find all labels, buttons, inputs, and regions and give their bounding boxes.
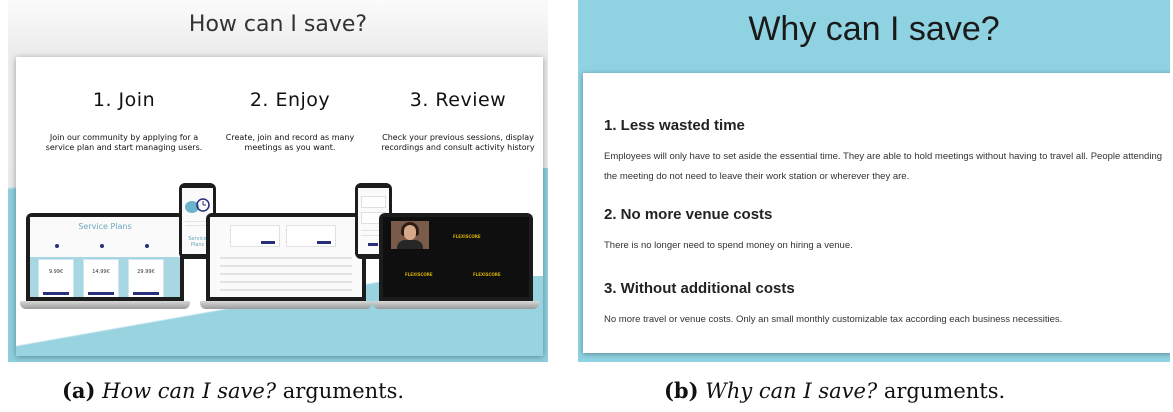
step-title: 3. Review <box>409 89 507 111</box>
table-row <box>220 273 352 275</box>
caption-label: (b) <box>664 378 699 403</box>
reason-title: 3. Without additional costs <box>604 280 795 297</box>
panel-b-title: Why can I save? <box>748 10 1000 48</box>
steps-card: 1. Join Join our community by applying f… <box>16 57 543 356</box>
reason-title: 2. No more venue costs <box>604 206 773 223</box>
panel-how-can-i-save: How can I save? 1. Join Join our communi… <box>8 0 548 362</box>
video-tile-logo: FLEXISCORE <box>453 234 481 239</box>
step-dot <box>55 244 59 248</box>
caption-text: arguments. <box>276 379 405 403</box>
plan-card: 14.99€ <box>83 259 119 297</box>
dashboard-box <box>230 225 280 247</box>
table-row <box>220 289 352 291</box>
step-title: 1. Join <box>92 89 156 111</box>
reasons-card: 1. Less wasted time Employees will only … <box>583 73 1170 353</box>
laptop-dashboard-mockup <box>200 213 372 309</box>
plan-button <box>88 292 114 295</box>
table-row <box>220 265 352 267</box>
video-tile-logo: FLEXISCORE <box>405 272 433 277</box>
plan-price: 29.99€ <box>137 269 155 275</box>
step-dot <box>100 244 104 248</box>
step-description: Create, join and record as many meetings… <box>225 133 355 152</box>
table-row <box>220 281 352 283</box>
laptop-base <box>200 301 372 309</box>
caption-italic: How can I save? <box>102 379 277 403</box>
panel-why-can-i-save: Why can I save? 1. Less wasted time Empl… <box>578 0 1170 362</box>
reason-no-additional-costs: 3. Without additional costs No more trav… <box>604 280 1165 330</box>
step-dot <box>145 244 149 248</box>
plan-card: 9.99€ <box>38 259 74 297</box>
reason-description: No more travel or venue costs. Only an s… <box>604 314 1063 325</box>
step-title: 2. Enjoy <box>249 89 331 111</box>
step-enjoy: 2. Enjoy Create, join and record as many… <box>210 89 370 153</box>
dashboard-box <box>361 196 386 208</box>
dashboard-box <box>286 225 336 247</box>
plan-button <box>133 292 159 295</box>
laptop-service-plans-mockup: Service Plans 9.99€ 14.99€ 29.99€ <box>20 213 190 309</box>
phone-button <box>368 243 378 246</box>
reason-no-venue-costs: 2. No more venue costs There is no longe… <box>604 206 1165 256</box>
reason-title: 1. Less wasted time <box>604 117 745 134</box>
laptop-video-call-mockup: FLEXISCORE FLEXISCORE FLEXISCORE <box>373 213 539 309</box>
plan-price: 9.99€ <box>48 269 64 275</box>
service-plans-heading: Service Plans <box>78 222 132 231</box>
plan-button <box>43 292 69 295</box>
step-description: Check your previous sessions, display re… <box>381 133 535 152</box>
dashboard-button <box>317 241 331 244</box>
step-review: 3. Review Check your previous sessions, … <box>378 89 538 153</box>
reason-less-wasted-time: 1. Less wasted time Employees will only … <box>604 117 1165 187</box>
plan-card: 29.99€ <box>128 259 164 297</box>
step-description: Join our community by applying for a ser… <box>45 133 203 152</box>
caption-text: arguments. <box>877 379 1006 403</box>
table-row <box>220 257 352 259</box>
step-join: 1. Join Join our community by applying f… <box>44 89 204 153</box>
caption-a: (a) How can I save? arguments. <box>62 378 404 403</box>
caption-label: (a) <box>62 378 96 403</box>
dashboard-button <box>261 241 275 244</box>
plan-price: 14.99€ <box>92 269 110 275</box>
caption-italic: Why can I save? <box>705 379 878 403</box>
video-participant <box>391 221 429 249</box>
panel-a-title: How can I save? <box>188 12 368 37</box>
reason-description: There is no longer need to spend money o… <box>604 240 853 251</box>
laptop-base <box>20 301 190 309</box>
laptop-base <box>373 301 539 309</box>
caption-b: (b) Why can I save? arguments. <box>664 378 1005 403</box>
video-tile-logo: FLEXISCORE <box>473 272 501 277</box>
reason-description: Employees will only have to set aside th… <box>604 151 1163 182</box>
